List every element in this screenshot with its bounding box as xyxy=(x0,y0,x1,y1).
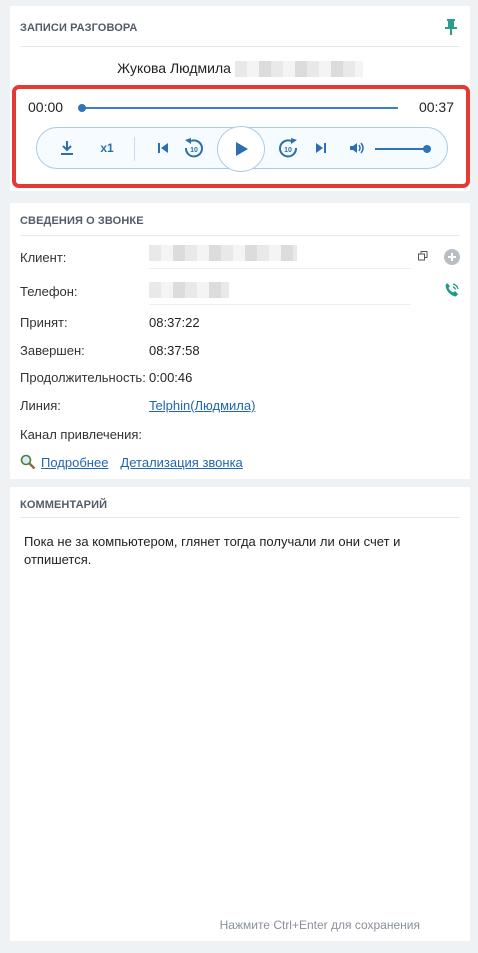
player-controls: x1 10 10 xyxy=(36,126,448,172)
call-info-title: СВЕДЕНИЯ О ЗВОНКЕ xyxy=(20,215,144,227)
accepted-label: Принят: xyxy=(20,315,68,330)
call-info-panel: СВЕДЕНИЯ О ЗВОНКЕ Клиент: Телефон: Приня… xyxy=(10,203,470,479)
divider xyxy=(20,235,460,236)
comment-title: КОММЕНТАРИЙ xyxy=(20,499,108,511)
controls-separator xyxy=(134,137,135,161)
skip-to-end-button[interactable] xyxy=(307,128,335,168)
volume-slider[interactable] xyxy=(375,145,431,153)
links-row: Подробнее Детализация звонка xyxy=(20,454,243,470)
redacted-phone-number xyxy=(149,282,229,298)
skip-to-end-icon xyxy=(316,143,326,153)
line-label: Линия: xyxy=(20,398,61,413)
accepted-value: 08:37:22 xyxy=(149,315,200,330)
finished-value: 08:37:58 xyxy=(149,343,200,358)
seek-bar[interactable] xyxy=(78,104,398,112)
phone-label: Телефон: xyxy=(20,284,78,299)
recordings-panel: ЗАПИСИ РАЗГОВОРА Жукова Людмила 00:00 00… xyxy=(10,6,470,191)
volume-handle[interactable] xyxy=(423,145,431,153)
redacted-caller-number xyxy=(234,61,363,78)
call-details-link[interactable]: Детализация звонка xyxy=(120,455,242,470)
duration-value: 0:00:46 xyxy=(149,370,193,385)
save-hint: Нажмите Ctrl+Enter для сохранения xyxy=(219,918,420,932)
download-icon xyxy=(61,141,73,155)
magnifier-icon xyxy=(20,454,36,470)
seek-handle[interactable] xyxy=(78,104,86,112)
total-duration: 00:37 xyxy=(418,99,454,115)
divider xyxy=(20,517,460,518)
more-link[interactable]: Подробнее xyxy=(41,455,108,470)
skip-to-start-button[interactable] xyxy=(149,128,177,168)
skip-to-start-icon xyxy=(158,143,168,153)
speed-button[interactable]: x1 xyxy=(91,128,123,168)
divider xyxy=(20,46,460,47)
caller-name: Жукова Людмила xyxy=(117,60,231,76)
open-in-new-icon[interactable] xyxy=(418,251,428,261)
comment-text-area[interactable]: Пока не за компьютером, глянет тогда пол… xyxy=(24,533,456,569)
add-client-icon[interactable] xyxy=(444,249,460,265)
client-field[interactable] xyxy=(149,243,411,269)
recordings-title: ЗАПИСИ РАЗГОВОРА xyxy=(20,22,138,34)
svg-text:10: 10 xyxy=(284,147,292,154)
svg-text:10: 10 xyxy=(190,147,198,154)
duration-label: Продолжительность: xyxy=(20,370,146,385)
line-link[interactable]: Telphin(Людмила) xyxy=(149,398,255,413)
forward-10-button[interactable]: 10 xyxy=(273,128,303,168)
play-icon xyxy=(236,142,248,156)
caller-row: Жукова Людмила xyxy=(10,60,470,78)
call-phone-icon[interactable] xyxy=(444,282,460,298)
download-button[interactable] xyxy=(49,128,85,168)
pin-icon[interactable] xyxy=(444,18,458,36)
phone-field[interactable] xyxy=(149,279,411,305)
volume-icon xyxy=(350,142,364,154)
mute-button[interactable] xyxy=(343,128,371,168)
channel-label: Канал привлечения: xyxy=(20,427,143,442)
finished-label: Завершен: xyxy=(20,343,85,358)
redacted-client-name xyxy=(149,245,297,261)
audio-player: 00:00 00:37 x1 10 10 xyxy=(12,85,470,188)
forward-10-icon: 10 xyxy=(279,138,298,158)
rewind-10-icon: 10 xyxy=(184,138,203,158)
current-time: 00:00 xyxy=(28,99,64,115)
comment-panel: КОММЕНТАРИЙ Пока не за компьютером, глян… xyxy=(10,487,470,941)
rewind-10-button[interactable]: 10 xyxy=(179,128,209,168)
play-button[interactable] xyxy=(217,126,265,172)
client-label: Клиент: xyxy=(20,250,67,265)
